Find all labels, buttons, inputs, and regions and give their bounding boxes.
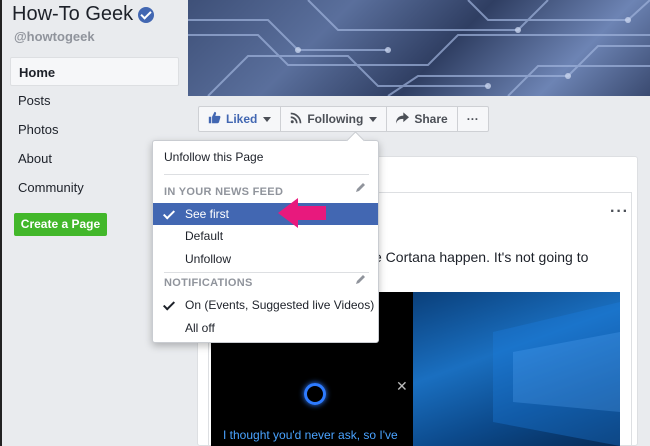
verified-badge-icon xyxy=(138,6,155,23)
liked-label: Liked xyxy=(226,112,258,126)
close-icon: ✕ xyxy=(396,378,408,394)
highlight-arrow-icon xyxy=(278,198,326,228)
following-dropdown-menu: Unfollow this Page IN YOUR NEWS FEED See… xyxy=(152,140,379,343)
notifications-on-label: On (Events, Suggested live Videos) xyxy=(185,298,375,312)
page-name-text[interactable]: How-To Geek xyxy=(12,3,133,26)
notifications-header: NOTIFICATIONS xyxy=(164,277,253,289)
post-text: e Cortana happen. It's not going to xyxy=(374,249,589,265)
liked-button[interactable]: Liked xyxy=(199,107,282,131)
chevron-down-icon xyxy=(263,116,272,122)
more-options-button[interactable]: ··· xyxy=(458,107,488,131)
cortana-icon xyxy=(304,383,326,405)
page-action-bar: Liked Following Share ··· xyxy=(198,106,489,132)
following-button[interactable]: Following xyxy=(281,107,388,131)
more-dots-icon: ··· xyxy=(466,112,479,126)
default-item[interactable]: Default xyxy=(153,225,378,247)
sidebar-item-home[interactable]: Home xyxy=(10,57,179,86)
pencil-edit-icon[interactable] xyxy=(355,181,367,193)
news-feed-header: IN YOUR NEWS FEED xyxy=(164,186,284,198)
page-title[interactable]: How-To Geek xyxy=(12,3,155,26)
unfollow-item[interactable]: Unfollow xyxy=(153,248,378,270)
following-label: Following xyxy=(307,112,364,126)
menu-divider xyxy=(164,174,369,175)
checkmark-icon xyxy=(162,298,176,311)
all-off-item[interactable]: All off xyxy=(153,317,378,339)
create-page-button[interactable]: Create a Page xyxy=(14,213,107,236)
cover-photo[interactable] xyxy=(188,0,650,96)
share-button[interactable]: Share xyxy=(387,107,458,131)
thumbs-up-icon xyxy=(208,111,221,127)
post-options-icon[interactable]: ··· xyxy=(610,203,629,221)
chevron-down-icon xyxy=(369,116,378,122)
unfollow-page-item[interactable]: Unfollow this Page xyxy=(153,146,378,168)
windows-wallpaper xyxy=(413,292,620,446)
checkmark-icon xyxy=(162,207,176,220)
notifications-on-item[interactable]: On (Events, Suggested live Videos) xyxy=(153,294,378,316)
see-first-item[interactable]: See first xyxy=(153,203,378,225)
rss-feed-icon xyxy=(290,112,302,127)
pencil-edit-icon[interactable] xyxy=(355,273,367,285)
sidebar-item-posts[interactable]: Posts xyxy=(10,86,179,115)
share-label: Share xyxy=(414,112,448,126)
see-first-label: See first xyxy=(185,207,230,221)
page-handle: @howtogeek xyxy=(14,29,95,44)
share-arrow-icon xyxy=(396,111,410,127)
menu-divider xyxy=(164,272,369,273)
circuit-board-image xyxy=(188,0,650,96)
cortana-caption: I thought you'd never ask, so I've xyxy=(223,428,398,442)
